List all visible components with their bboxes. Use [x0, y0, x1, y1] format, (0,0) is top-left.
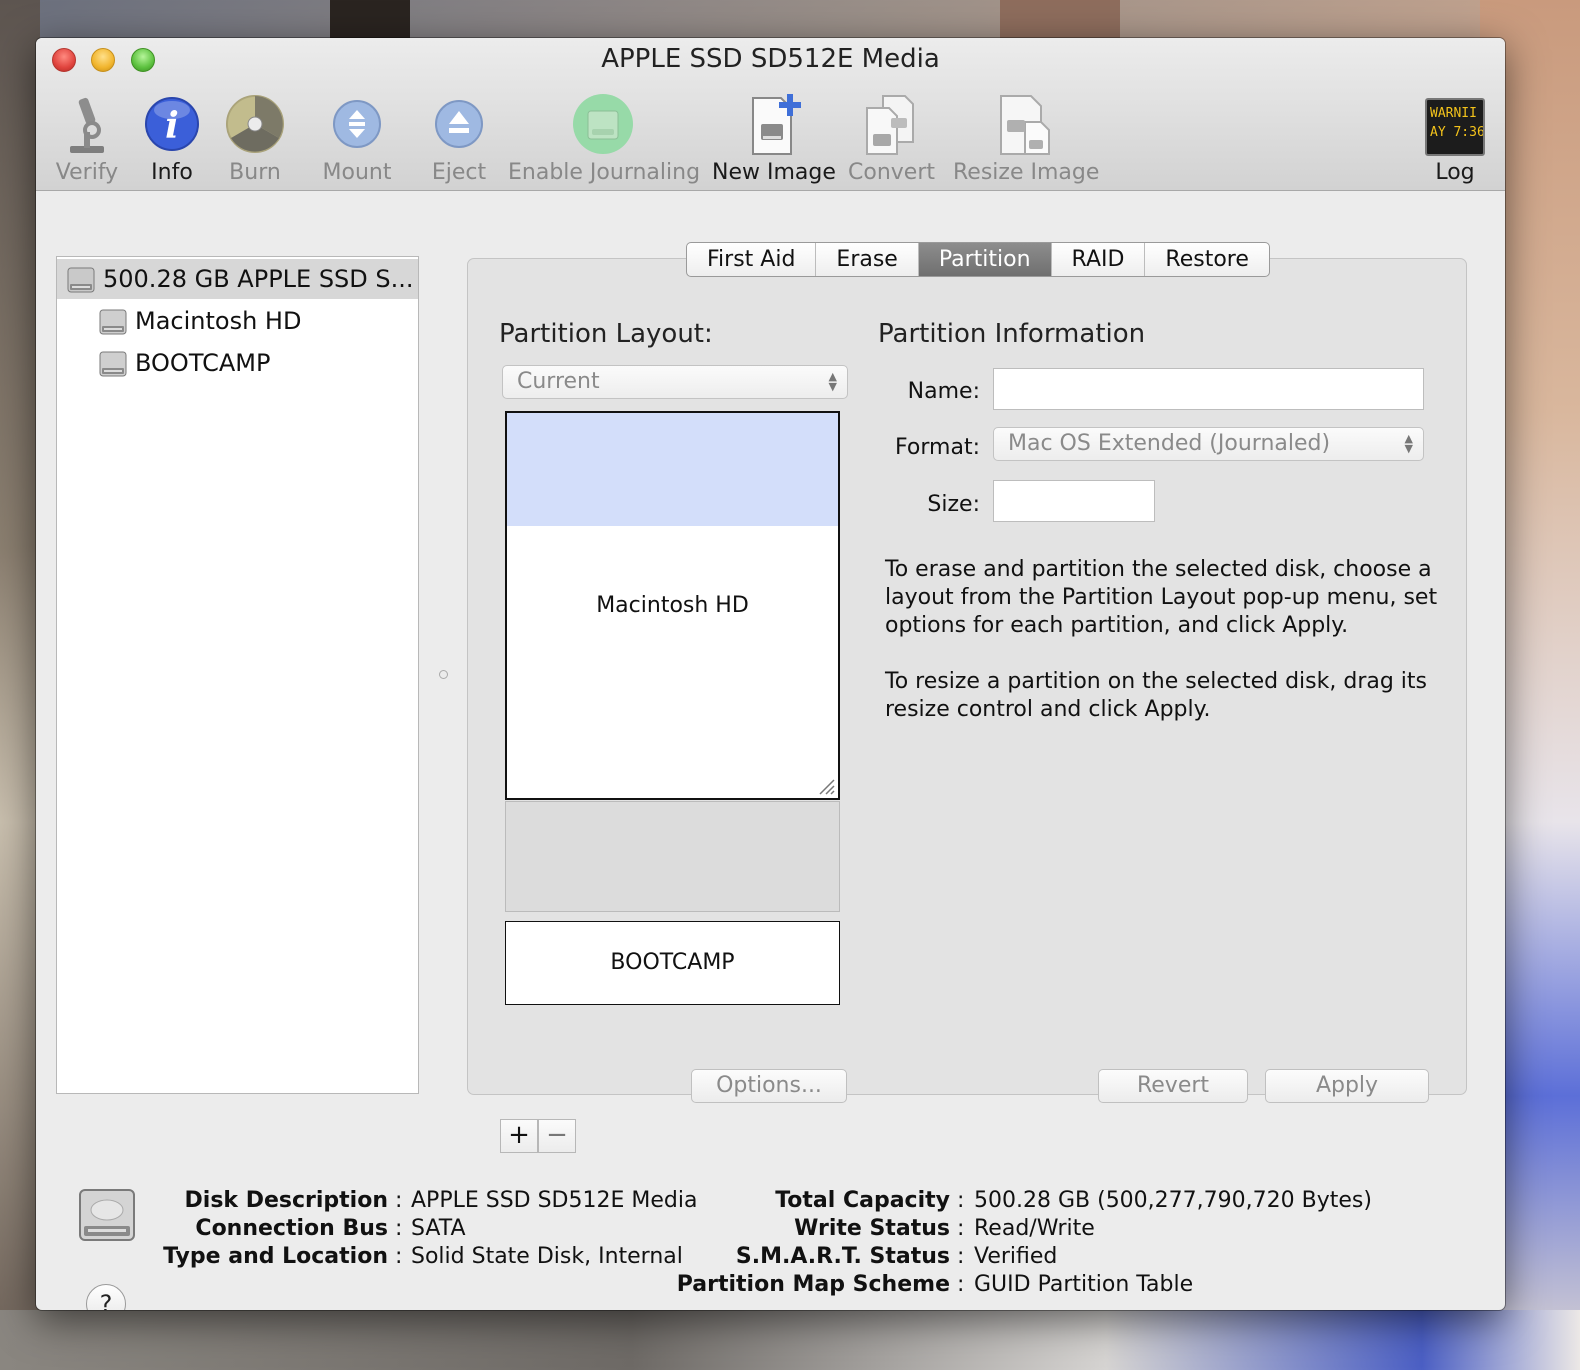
size-label: Size:	[927, 492, 980, 517]
partition-information-title: Partition Information	[878, 319, 1146, 349]
disk-description-label: Disk Description	[184, 1188, 388, 1213]
format-popup[interactable]: Mac OS Extended (Journaled) ▲ ▼	[993, 427, 1424, 461]
total-capacity-label: Total Capacity	[775, 1188, 950, 1213]
write-status-value: Read/Write	[974, 1216, 1095, 1241]
eject-button[interactable]: Eject	[429, 94, 489, 185]
info-button[interactable]: i Info	[144, 94, 200, 185]
format-label: Format:	[895, 435, 980, 460]
partition-macintosh-hd[interactable]: Macintosh HD	[505, 411, 840, 800]
label-separator: :	[957, 1244, 965, 1269]
sidebar-item-bootcamp[interactable]: BOOTCAMP	[57, 343, 418, 383]
size-field[interactable]	[993, 480, 1155, 522]
partition-map-scheme-label: Partition Map Scheme	[676, 1272, 950, 1297]
partition-help-text-1: To erase and partition the selected disk…	[885, 557, 1438, 638]
partition-layout-popup[interactable]: Current ▲ ▼	[502, 365, 848, 399]
total-capacity-value: 500.28 GB (500,277,790,720 Bytes)	[974, 1188, 1372, 1213]
label-separator: :	[957, 1272, 965, 1297]
partition-layout-title: Partition Layout:	[499, 319, 713, 349]
mount-icon	[332, 94, 382, 156]
sidebar-item-macintosh-hd[interactable]: Macintosh HD	[57, 301, 418, 341]
sidebar-item-disk[interactable]: 500.28 GB APPLE SSD S...	[57, 259, 418, 299]
splitter-handle[interactable]	[439, 670, 448, 679]
popup-arrows-icon: ▲ ▼	[1404, 432, 1413, 455]
revert-button[interactable]: Revert	[1098, 1069, 1248, 1103]
new-image-icon	[743, 94, 803, 156]
svg-text:i: i	[165, 105, 179, 147]
resize-image-button[interactable]: Resize Image	[953, 94, 1099, 185]
label-separator: :	[395, 1216, 403, 1241]
add-partition-button[interactable]: +	[500, 1119, 538, 1153]
disk-utility-window: APPLE SSD SD512E Media Verify i Info Bur…	[36, 38, 1505, 1310]
volume-icon	[99, 309, 127, 335]
disk-list[interactable]: 500.28 GB APPLE SSD S... Macintosh HD BO…	[56, 256, 419, 1094]
help-button[interactable]: ?	[86, 1284, 126, 1310]
apply-button[interactable]: Apply	[1265, 1069, 1429, 1103]
popup-arrows-icon: ▲ ▼	[828, 370, 837, 393]
tab-raid[interactable]: RAID	[1052, 243, 1146, 276]
partition-help-text-2: To resize a partition on the selected di…	[885, 669, 1428, 722]
convert-button[interactable]: Convert	[848, 94, 935, 185]
connection-bus-value: SATA	[411, 1216, 466, 1241]
tab-first-aid[interactable]: First Aid	[687, 243, 817, 276]
tab-restore[interactable]: Restore	[1145, 243, 1268, 276]
options-button[interactable]: Options...	[691, 1069, 847, 1103]
smart-status-label: S.M.A.R.T. Status	[735, 1244, 950, 1269]
convert-icon	[861, 94, 921, 156]
label-separator: :	[957, 1188, 965, 1213]
internal-disk-icon	[67, 267, 95, 293]
log-button[interactable]: WARNII AY 7:36 Log	[1424, 94, 1486, 185]
enable-journaling-button[interactable]: Enable Journaling	[508, 94, 700, 185]
partition-map-scheme-value: GUID Partition Table	[974, 1272, 1194, 1297]
mount-button[interactable]: Mount	[321, 94, 393, 185]
eject-icon	[434, 94, 484, 156]
sidebar-item-label: BOOTCAMP	[135, 349, 271, 377]
journaling-icon	[570, 94, 636, 156]
verify-button[interactable]: Verify	[54, 94, 120, 185]
smart-status-value: Verified	[974, 1244, 1058, 1269]
name-field[interactable]	[993, 368, 1424, 410]
tab-partition[interactable]: Partition	[918, 243, 1052, 276]
remove-partition-button[interactable]: −	[538, 1119, 576, 1153]
name-label: Name:	[907, 379, 980, 404]
main-content: 500.28 GB APPLE SSD S... Macintosh HD BO…	[36, 192, 1505, 1310]
label-separator: :	[957, 1216, 965, 1241]
partition-panel: Partition Layout: Current ▲ ▼ Macintosh H…	[467, 258, 1467, 1095]
resize-image-icon	[995, 94, 1055, 156]
microscope-icon	[62, 94, 112, 156]
write-status-label: Write Status	[794, 1216, 950, 1241]
info-icon: i	[144, 94, 200, 156]
new-image-button[interactable]: New Image	[712, 94, 836, 185]
connection-bus-label: Connection Bus	[195, 1216, 388, 1241]
tab-erase[interactable]: Erase	[816, 243, 919, 276]
type-location-label: Type and Location	[163, 1244, 388, 1269]
disk-description-value: APPLE SSD SD512E Media	[411, 1188, 698, 1213]
resize-grip-icon[interactable]	[816, 776, 836, 796]
burn-button[interactable]: Burn	[224, 94, 286, 185]
partition-selection-highlight	[507, 413, 838, 526]
free-space-block	[505, 801, 840, 912]
burn-icon	[225, 94, 285, 156]
sidebar-item-label: 500.28 GB APPLE SSD S...	[103, 265, 414, 293]
volume-icon	[99, 351, 127, 377]
sidebar-item-label: Macintosh HD	[135, 307, 302, 335]
tab-bar: First Aid Erase Partition RAID Restore	[686, 242, 1270, 277]
partition-bootcamp[interactable]: BOOTCAMP	[505, 921, 840, 1005]
label-separator: :	[395, 1244, 403, 1269]
toolbar: APPLE SSD SD512E Media Verify i Info Bur…	[36, 38, 1505, 191]
window-title: APPLE SSD SD512E Media	[601, 44, 940, 74]
partition-layout-map: Macintosh HD BOOTCAMP	[505, 411, 840, 1005]
disk-info-icon	[79, 1189, 135, 1241]
type-location-value: Solid State Disk, Internal	[411, 1244, 683, 1269]
log-console-icon: WARNII AY 7:36	[1425, 98, 1485, 156]
label-separator: :	[395, 1188, 403, 1213]
